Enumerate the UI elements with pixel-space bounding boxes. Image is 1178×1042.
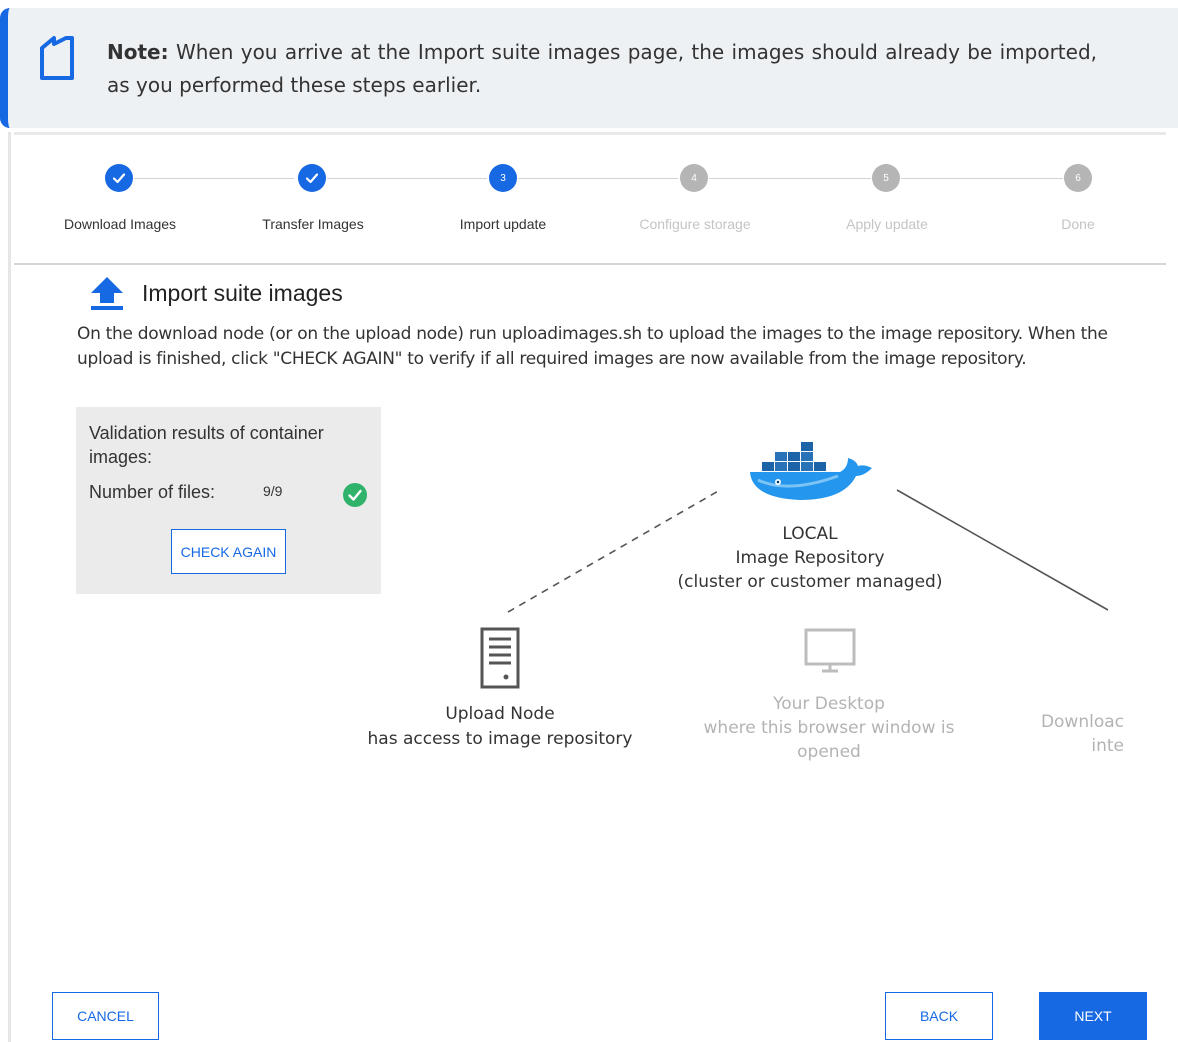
note-callout: Note: When you arrive at the Import suit… (0, 8, 1178, 128)
step-label-apply-update: Apply update (846, 216, 928, 232)
step-connector (134, 178, 294, 179)
validation-title: Validation results of container images: (89, 423, 324, 467)
monitor-icon (804, 628, 856, 673)
upload-node-line-2: has access to image repository (367, 729, 633, 749)
docker-whale-icon (750, 442, 872, 500)
cancel-button[interactable]: CANCEL (52, 992, 159, 1040)
back-button[interactable]: BACK (885, 992, 993, 1040)
frame-top-border (14, 132, 1166, 135)
files-count-value: 9/9 (263, 483, 283, 499)
note-icon (40, 36, 74, 80)
step-connector (901, 178, 1063, 179)
download-node-line-1: Downloac (1040, 712, 1124, 732)
upload-node-label: Upload Node has access to image reposito… (340, 702, 660, 752)
validation-panel: Validation results of container images: … (76, 407, 381, 594)
desktop-line-3: opened (797, 742, 861, 762)
step-label-configure-storage: Configure storage (639, 216, 751, 232)
download-node-label: Downloac inte (1000, 710, 1124, 758)
step-4-pending: 4 (680, 164, 708, 192)
repository-line-3: (cluster or customer managed) (677, 572, 943, 592)
desktop-line-1: Your Desktop (773, 694, 885, 714)
step-label-done: Done (1061, 216, 1095, 232)
note-body: When you arrive at the Import suite imag… (107, 40, 1097, 97)
section-description: On the download node (or on the upload n… (77, 324, 1108, 369)
desktop-line-2: where this browser window is (703, 718, 955, 738)
desktop-label: Your Desktop where this browser window i… (690, 692, 968, 764)
repository-label: LOCAL Image Repository (cluster or custo… (660, 522, 960, 594)
server-icon (480, 627, 520, 689)
upload-icon (91, 277, 123, 310)
page-title: Import suite images (142, 280, 343, 306)
upload-node-line-1: Upload Node (445, 704, 555, 724)
step-1-done-icon (105, 164, 133, 192)
step-3-active: 3 (489, 164, 517, 192)
note-text: Note: When you arrive at the Import suit… (107, 36, 1097, 102)
note-label: Note: (107, 40, 169, 64)
repository-line-2: Image Repository (735, 548, 885, 568)
next-button[interactable]: NEXT (1039, 992, 1147, 1040)
step-connector (327, 178, 487, 179)
files-count-label: Number of files: (89, 482, 216, 502)
download-node-line-2: inte (1091, 736, 1124, 756)
checkmark-icon (305, 173, 319, 184)
step-6-pending: 6 (1064, 164, 1092, 192)
success-check-icon (343, 483, 367, 507)
step-label-import-update: Import update (459, 216, 547, 232)
step-connector (709, 178, 871, 179)
check-again-button[interactable]: CHECK AGAIN (171, 529, 286, 574)
step-label-download-images: Download Images (63, 216, 177, 232)
repository-line-1: LOCAL (782, 524, 838, 544)
checkmark-icon (112, 173, 126, 184)
step-label-transfer-images: Transfer Images (262, 216, 364, 232)
step-connector (518, 178, 678, 179)
step-2-done-icon (298, 164, 326, 192)
stepper-divider (14, 263, 1166, 265)
step-5-pending: 5 (872, 164, 900, 192)
